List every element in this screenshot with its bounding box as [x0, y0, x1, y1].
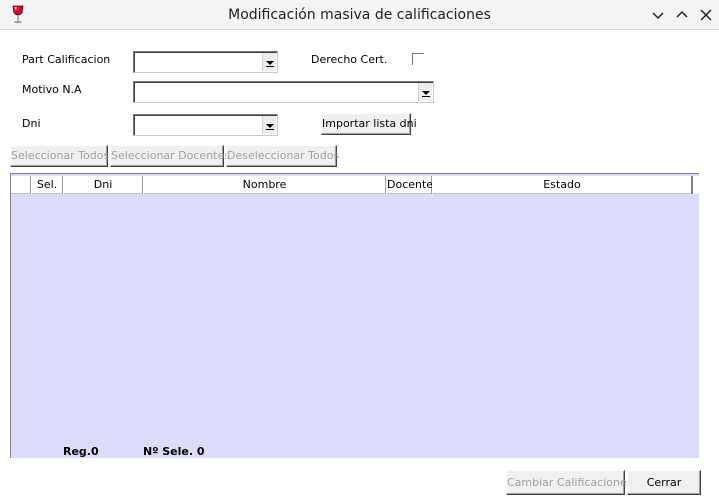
results-grid[interactable]: Sel. Dni Nombre Docente Estado: [10, 173, 699, 458]
derecho-cert-checkbox[interactable]: [412, 53, 424, 65]
window-title: Modificación masiva de calificaciones: [228, 7, 491, 23]
dni-select[interactable]: [133, 114, 278, 136]
selected-count: Nº Sele. 0: [143, 445, 205, 458]
record-count: Reg.0: [63, 445, 99, 458]
column-header-nombre[interactable]: Nombre: [143, 176, 386, 194]
minimize-button[interactable]: [649, 6, 667, 24]
select-teachers-button[interactable]: Seleccionar Docentes: [110, 145, 230, 167]
chevron-down-icon[interactable]: [262, 53, 276, 71]
select-all-button[interactable]: Seleccionar Todos: [10, 145, 109, 167]
dni-label: Dni: [22, 117, 41, 130]
motivo-select[interactable]: [133, 81, 434, 103]
grid-header: Sel. Dni Nombre Docente Estado: [11, 176, 691, 194]
column-header-docente[interactable]: Docente: [386, 176, 433, 194]
part-calificacion-label: Part Calificacion: [22, 53, 111, 66]
maximize-button[interactable]: [673, 6, 691, 24]
close-button[interactable]: [697, 6, 715, 24]
deselect-all-button[interactable]: Deseleccionar Todos: [226, 145, 339, 167]
chevron-down-icon[interactable]: [262, 116, 276, 134]
chevron-down-icon[interactable]: [418, 83, 432, 101]
title-bar: Modificación masiva de calificaciones: [0, 0, 719, 30]
import-dni-button[interactable]: Importar lista dni: [321, 113, 417, 135]
column-header-sel[interactable]: Sel.: [31, 176, 63, 194]
part-calificacion-select[interactable]: [133, 51, 278, 73]
grid-header-filler: [691, 176, 699, 194]
row-header-corner: [11, 176, 31, 194]
motivo-label: Motivo N.A: [22, 83, 82, 96]
derecho-cert-label: Derecho Cert.: [311, 53, 388, 66]
column-header-dni[interactable]: Dni: [63, 176, 143, 194]
close-dialog-button[interactable]: Cerrar: [627, 470, 701, 495]
change-grades-button[interactable]: Cambiar Calificaciones: [506, 470, 633, 495]
column-header-estado[interactable]: Estado: [432, 176, 691, 194]
